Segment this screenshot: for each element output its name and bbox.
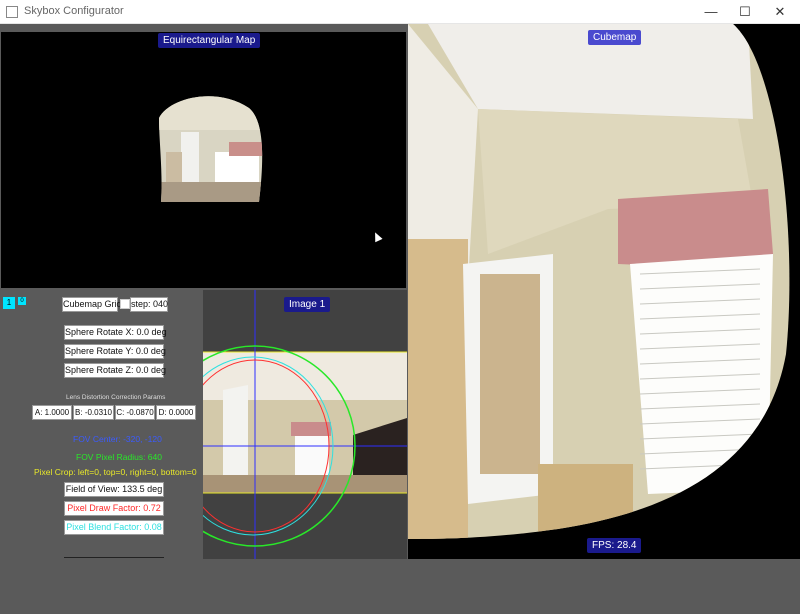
fov-center-text[interactable]: FOV Center: -320, -120 xyxy=(73,434,162,444)
lens-param-b[interactable]: B: -0.0310 xyxy=(73,405,114,420)
image-preview-overlay xyxy=(203,290,407,559)
cubemap-image xyxy=(408,24,800,559)
pixel-draw-factor-button[interactable]: Pixel Draw Factor: 0.72 xyxy=(64,501,164,516)
title-bar: Skybox Configurator — ☐ ✕ xyxy=(0,0,800,24)
cubemap-view[interactable]: Cubemap FPS: 28.4 xyxy=(408,24,800,559)
cubemap-label: Cubemap xyxy=(588,30,642,45)
fps-readout: FPS: 28.4 xyxy=(587,538,642,553)
cubemap-grid-checkbox[interactable] xyxy=(120,299,130,309)
lens-param-a[interactable]: A: 1.0000 xyxy=(32,405,72,420)
grid-step-field[interactable]: step: 040 xyxy=(130,297,168,312)
lens-param-c[interactable]: C: -0.0870 xyxy=(115,405,155,420)
lens-params-title: Lens Distortion Correction Params xyxy=(66,394,166,401)
fov-radius-text[interactable]: FOV Pixel Radius: 640 xyxy=(76,452,162,462)
sphere-rotate-x[interactable]: Sphere Rotate X: 0.0 deg xyxy=(64,325,167,340)
close-button[interactable]: ✕ xyxy=(763,0,797,24)
pixel-crop-text[interactable]: Pixel Crop: left=0, top=0, right=0, bott… xyxy=(34,467,197,477)
window-title: Skybox Configurator xyxy=(24,5,124,17)
equirect-image xyxy=(159,96,263,202)
sphere-rotate-z[interactable]: Sphere Rotate Z: 0.0 deg xyxy=(64,363,166,378)
sphere-rotate-y[interactable]: Sphere Rotate Y: 0.0 deg xyxy=(64,344,166,359)
equirect-label: Equirectangular Map xyxy=(158,33,261,48)
image-tab-1[interactable]: 1 xyxy=(3,297,15,309)
app-icon xyxy=(6,6,18,18)
field-of-view-button[interactable]: Field of View: 133.5 deg xyxy=(64,482,164,497)
image-panel-label: Image 1 xyxy=(284,297,331,312)
lens-param-d[interactable]: D: 0.0000 xyxy=(156,405,196,420)
image-preview[interactable]: Image 1 xyxy=(203,290,407,559)
image-tab-2[interactable]: 0 xyxy=(18,297,26,305)
cubemap-grid-button[interactable]: Cubemap Grid xyxy=(62,297,122,312)
panel-divider xyxy=(64,557,164,558)
minimize-button[interactable]: — xyxy=(694,0,728,24)
equirect-view[interactable]: Equirectangular Map xyxy=(1,32,406,288)
pixel-blend-factor-button[interactable]: Pixel Blend Factor: 0.08 xyxy=(64,520,164,535)
maximize-button[interactable]: ☐ xyxy=(728,0,762,24)
controls-panel: 1 0 Cubemap Grid step: 040 Sphere Rotate… xyxy=(0,289,202,559)
client-area: Equirectangular Map Cubemap FPS: 28.4 1 … xyxy=(0,24,800,614)
